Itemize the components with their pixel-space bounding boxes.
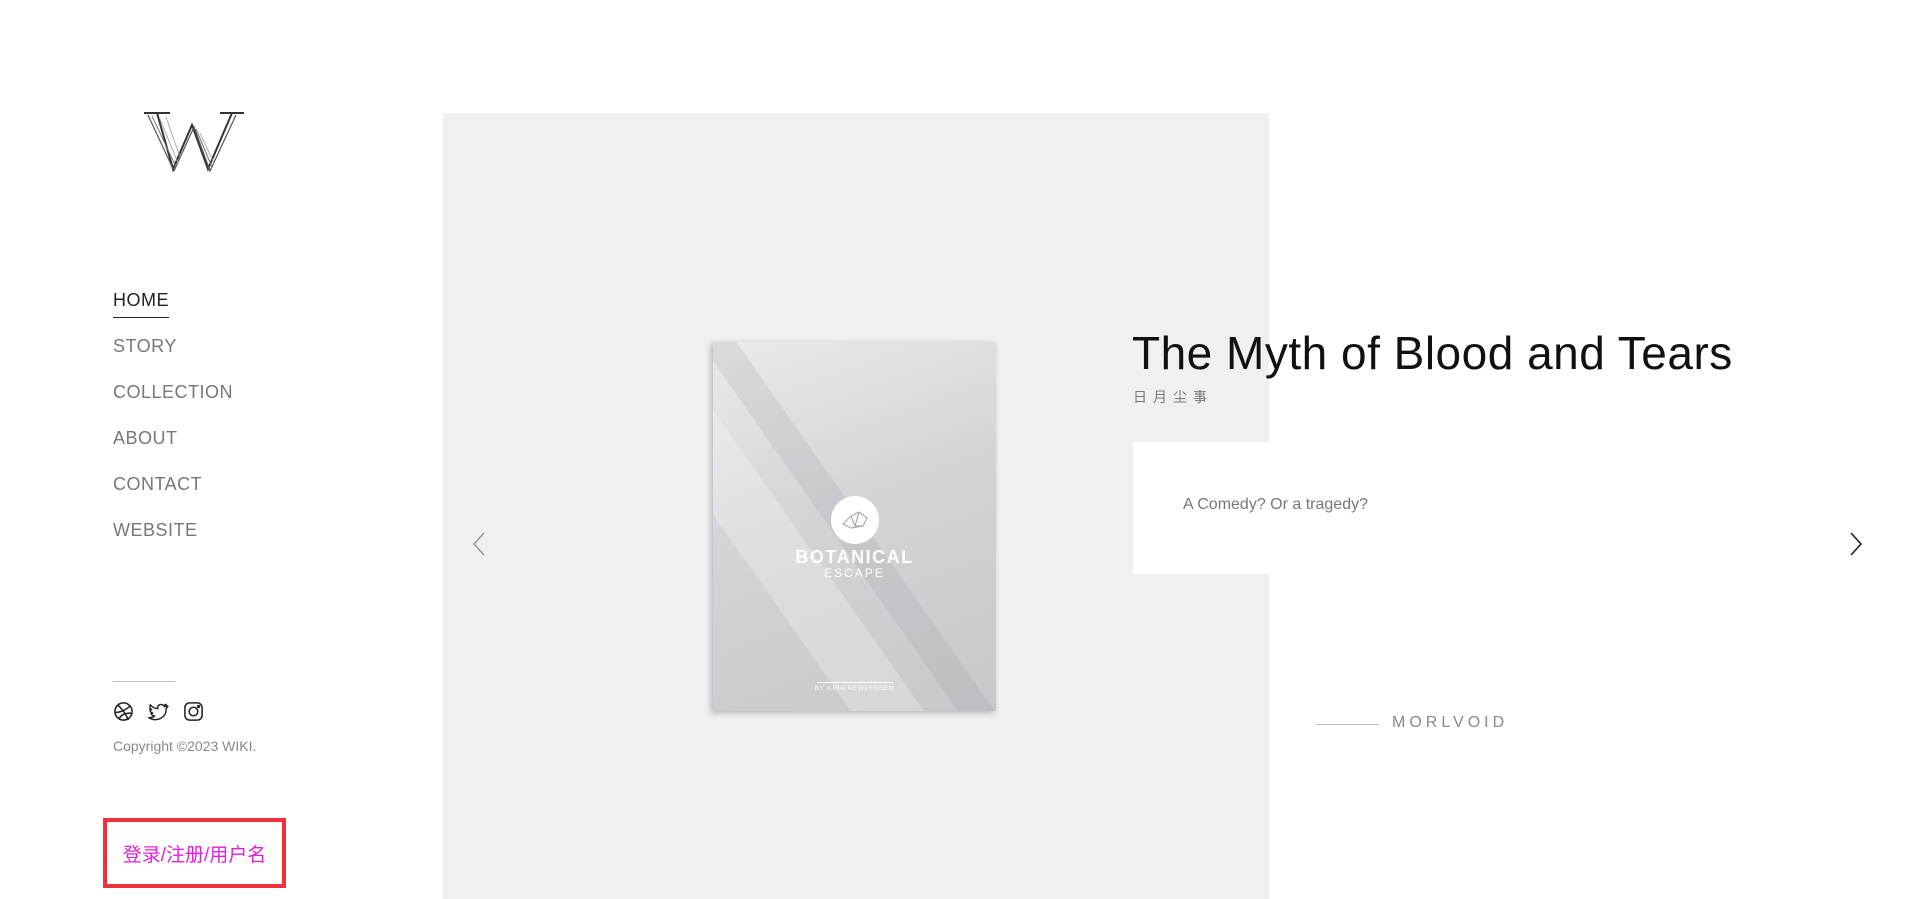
book-cover-image: BOTANICAL ESCAPE BY KIRA NEWLYNSEN	[713, 342, 996, 711]
book-title: BOTANICAL	[795, 547, 914, 567]
twitter-icon[interactable]	[148, 701, 169, 722]
slide-description: A Comedy? Or a tragedy?	[1183, 496, 1368, 513]
nav-item-collection[interactable]: COLLECTION	[113, 379, 233, 425]
author-divider	[1316, 724, 1379, 725]
instagram-icon[interactable]	[183, 701, 204, 722]
page: HOME STORY COLLECTION ABOUT CONTACT WEBS…	[0, 0, 1920, 899]
nav-item-story[interactable]: STORY	[113, 333, 233, 379]
logo-w-icon	[144, 112, 244, 173]
sidebar-divider	[113, 681, 175, 682]
dribbble-icon[interactable]	[113, 701, 134, 722]
book-author: BY KIRA NEWLYNSEN	[814, 686, 895, 692]
nav-item-contact[interactable]: CONTACT	[113, 471, 233, 517]
slide-title: The Myth of Blood and Tears	[1132, 327, 1733, 379]
slide-author: MORLVOID	[1392, 714, 1509, 731]
nav-item-website[interactable]: WEBSITE	[113, 517, 233, 563]
main-nav: HOME STORY COLLECTION ABOUT CONTACT WEBS…	[113, 287, 233, 563]
nav-item-about[interactable]: ABOUT	[113, 425, 233, 471]
slider-prev-arrow-icon[interactable]	[470, 531, 488, 557]
copyright-text: Copyright ©2023 WIKI.	[113, 738, 257, 754]
book-subtitle: ESCAPE	[824, 566, 885, 580]
login-register-box: 登录/注册/用户名	[103, 818, 286, 888]
slide-description-box: A Comedy? Or a tragedy?	[1133, 442, 1763, 574]
book-emblem-icon	[831, 496, 879, 544]
slider-next-arrow-icon[interactable]	[1847, 531, 1865, 557]
social-links	[113, 701, 204, 722]
nav-item-home[interactable]: HOME	[113, 287, 233, 333]
slide-subtitle: 日月尘事	[1133, 389, 1213, 405]
site-logo[interactable]	[140, 107, 250, 175]
login-register-link[interactable]: 登录/注册/用户名	[123, 840, 267, 867]
